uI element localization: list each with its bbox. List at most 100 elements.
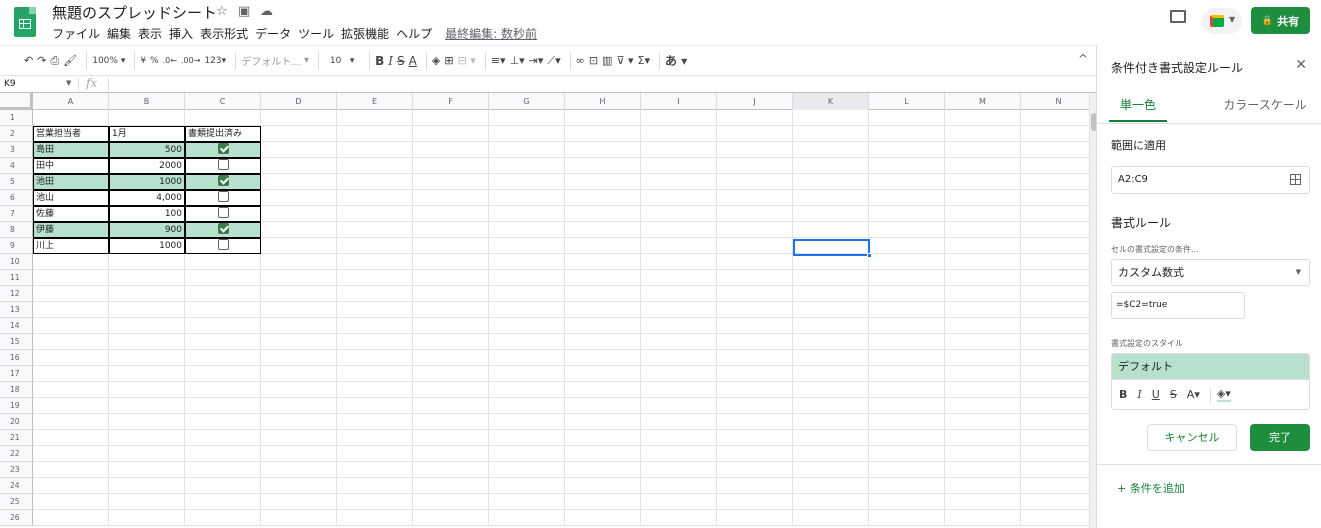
row-header[interactable]: 8 — [0, 222, 33, 238]
cell[interactable] — [109, 286, 185, 302]
cell[interactable] — [185, 318, 261, 334]
row-header[interactable]: 17 — [0, 366, 33, 382]
chevron-down-icon[interactable]: ▼ — [66, 79, 71, 87]
fill-color-icon[interactable]: ◈▾ — [1216, 387, 1231, 402]
cell[interactable] — [869, 366, 945, 382]
cell[interactable]: 佐藤 — [33, 206, 109, 222]
insert-link-icon[interactable]: ∞ — [576, 50, 585, 72]
cell[interactable] — [717, 334, 793, 350]
column-header[interactable]: B — [109, 93, 185, 110]
condition-select[interactable]: カスタム数式 ▼ — [1111, 259, 1310, 286]
cell[interactable] — [793, 206, 869, 222]
cell[interactable] — [413, 302, 489, 318]
cell[interactable]: 2000 — [109, 158, 185, 174]
cell[interactable] — [337, 366, 413, 382]
cell[interactable] — [1021, 366, 1090, 382]
cell[interactable] — [109, 414, 185, 430]
cell[interactable] — [945, 478, 1021, 494]
cell[interactable] — [793, 414, 869, 430]
cell[interactable] — [869, 110, 945, 126]
cell[interactable] — [33, 302, 109, 318]
cell[interactable] — [185, 398, 261, 414]
cell[interactable] — [261, 126, 337, 142]
cell[interactable] — [793, 446, 869, 462]
cell[interactable] — [565, 174, 641, 190]
input-tools-button[interactable]: あ ▾ — [665, 50, 687, 72]
cell[interactable] — [641, 174, 717, 190]
cell[interactable] — [945, 318, 1021, 334]
cell[interactable]: 田中 — [33, 158, 109, 174]
cell[interactable] — [489, 158, 565, 174]
cell[interactable] — [717, 478, 793, 494]
cell[interactable] — [489, 318, 565, 334]
checkbox-unchecked[interactable] — [217, 191, 229, 202]
cell[interactable] — [337, 254, 413, 270]
cell[interactable] — [185, 462, 261, 478]
menu-help[interactable]: ヘルプ — [396, 25, 432, 42]
select-all-corner[interactable] — [0, 93, 33, 110]
cell[interactable] — [1021, 350, 1090, 366]
cell[interactable] — [869, 174, 945, 190]
cell[interactable] — [413, 446, 489, 462]
cell[interactable] — [565, 366, 641, 382]
range-input[interactable]: A2:C9 — [1111, 166, 1310, 194]
cell[interactable] — [717, 110, 793, 126]
column-header[interactable]: F — [413, 93, 489, 110]
cancel-button[interactable]: キャンセル — [1147, 424, 1237, 451]
font-family-select[interactable]: デフォルト... ▾ — [241, 50, 309, 72]
cell[interactable] — [641, 222, 717, 238]
move-folder-icon[interactable]: ▣ — [238, 4, 250, 19]
row-header[interactable]: 13 — [0, 302, 33, 318]
cell[interactable] — [641, 142, 717, 158]
cell[interactable] — [1021, 238, 1090, 254]
cell[interactable] — [185, 494, 261, 510]
cell[interactable] — [641, 318, 717, 334]
cell[interactable] — [793, 174, 869, 190]
cell[interactable] — [261, 510, 337, 526]
cell[interactable] — [337, 446, 413, 462]
cell[interactable]: 伊藤 — [33, 222, 109, 238]
underline-icon[interactable]: U — [1152, 388, 1160, 401]
cell[interactable] — [337, 350, 413, 366]
cell[interactable] — [185, 110, 261, 126]
cell[interactable] — [565, 462, 641, 478]
cell[interactable] — [565, 350, 641, 366]
add-condition-link[interactable]: + 条件を追加 — [1117, 480, 1185, 496]
cell[interactable] — [413, 430, 489, 446]
cell[interactable] — [565, 270, 641, 286]
cell[interactable] — [945, 270, 1021, 286]
cell[interactable] — [1021, 382, 1090, 398]
cell[interactable] — [717, 222, 793, 238]
column-header[interactable]: H — [565, 93, 641, 110]
checkbox-unchecked[interactable] — [217, 239, 229, 250]
last-edit-link[interactable]: 最終編集: 数秒前 — [445, 25, 537, 42]
cell[interactable] — [641, 286, 717, 302]
cell[interactable] — [1021, 494, 1090, 510]
fill-handle[interactable] — [867, 253, 872, 258]
cell[interactable] — [641, 382, 717, 398]
cell[interactable] — [793, 158, 869, 174]
menu-view[interactable]: 表示 — [138, 25, 162, 42]
insert-chart-icon[interactable]: ▥ — [602, 50, 612, 72]
cell[interactable] — [33, 366, 109, 382]
menu-format[interactable]: 表示形式 — [200, 25, 248, 42]
cell[interactable] — [717, 126, 793, 142]
cell[interactable] — [1021, 462, 1090, 478]
cell[interactable] — [945, 510, 1021, 526]
cell[interactable] — [869, 398, 945, 414]
strikethrough-icon[interactable]: S — [1170, 388, 1177, 401]
cell[interactable] — [109, 254, 185, 270]
cell[interactable] — [641, 366, 717, 382]
cell[interactable] — [1021, 478, 1090, 494]
cell[interactable] — [489, 350, 565, 366]
cell[interactable] — [185, 270, 261, 286]
cell[interactable] — [641, 414, 717, 430]
cell[interactable] — [33, 446, 109, 462]
cell[interactable]: 川上 — [33, 238, 109, 254]
row-header[interactable]: 20 — [0, 414, 33, 430]
cell[interactable] — [185, 478, 261, 494]
cell[interactable] — [337, 110, 413, 126]
cell[interactable] — [33, 382, 109, 398]
text-color-button[interactable]: A — [409, 50, 417, 72]
cell[interactable] — [793, 286, 869, 302]
